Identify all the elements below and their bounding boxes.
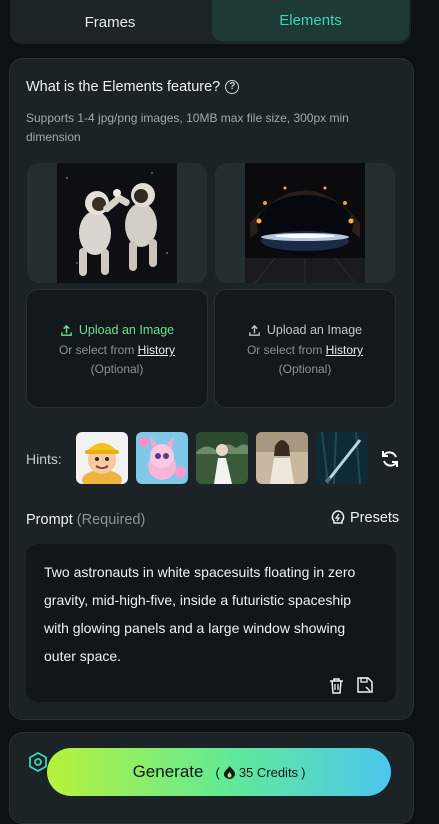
refresh-icon[interactable] xyxy=(380,449,400,469)
save-icon[interactable] xyxy=(357,677,373,693)
upload-icon xyxy=(249,324,260,336)
tab-frames[interactable]: Frames xyxy=(10,0,210,44)
flame-icon xyxy=(223,766,235,779)
tab-elements[interactable]: Elements xyxy=(212,0,409,41)
upload-image-label-1: Upload an Image xyxy=(78,323,175,337)
optional-text-1: (Optional) xyxy=(90,362,144,376)
hint-thumbnail-4[interactable] xyxy=(256,432,308,484)
select-from-text-2: Or select from xyxy=(246,343,323,357)
upload-box-1[interactable]: Upload an Image Or select from History (… xyxy=(26,289,208,408)
hints-label: Hints: xyxy=(26,451,62,467)
upload-box-2[interactable]: Upload an Image Or select from History (… xyxy=(214,289,396,408)
elements-feature-title[interactable]: What is the Elements feature? ? xyxy=(26,79,240,95)
generate-credits: ( 35 Credits ) xyxy=(215,765,305,780)
hint-thumbnail-3[interactable] xyxy=(196,432,248,484)
mode-tabs: Frames Elements xyxy=(10,0,411,44)
astronauts-image xyxy=(57,163,177,283)
hint-thumbnail-1[interactable] xyxy=(76,432,128,484)
presets-label: Presets xyxy=(350,510,400,526)
generate-button[interactable]: Generate ( 35 Credits ) xyxy=(47,748,391,796)
spaceship-window-image xyxy=(245,163,365,283)
prompt-label-text: Prompt xyxy=(26,512,73,528)
close-paren: ) xyxy=(301,764,306,780)
example-image-spaceship-window xyxy=(215,163,395,283)
select-from-text-1: Or select from xyxy=(58,343,135,357)
generate-label: Generate xyxy=(132,762,204,781)
prompt-text: Two astronauts in white spacesuits float… xyxy=(44,564,356,664)
credits-text: 35 Credits xyxy=(238,764,299,780)
open-paren: ( xyxy=(215,764,220,780)
hint-thumbnail-5[interactable] xyxy=(316,432,368,484)
upload-image-label-2: Upload an Image xyxy=(266,323,363,337)
prompt-required-text: (Required) xyxy=(76,512,146,528)
prompt-textarea[interactable]: Two astronauts in white spacesuits float… xyxy=(26,544,396,702)
prompt-label: Prompt (Required) xyxy=(26,512,145,528)
help-icon[interactable]: ? xyxy=(225,80,240,94)
elements-panel: What is the Elements feature? ? Supports… xyxy=(9,58,414,720)
upload-icon xyxy=(61,324,72,336)
trash-icon[interactable] xyxy=(329,678,344,694)
hint-thumbnail-2[interactable] xyxy=(136,432,188,484)
lightbulb-icon xyxy=(331,510,345,524)
history-link-2[interactable]: History xyxy=(326,343,363,357)
example-image-astronauts xyxy=(27,163,207,283)
elements-feature-title-text: What is the Elements feature? xyxy=(26,79,221,95)
upload-image-button-1[interactable]: Upload an Image xyxy=(27,323,207,337)
hexagon-settings-icon[interactable] xyxy=(28,752,48,772)
upload-image-button-2[interactable]: Upload an Image xyxy=(215,323,395,337)
upload-requirements: Supports 1-4 jpg/png images, 10MB max fi… xyxy=(26,111,349,144)
presets-button[interactable]: Presets xyxy=(331,510,399,526)
optional-text-2: (Optional) xyxy=(278,362,332,376)
history-link-1[interactable]: History xyxy=(138,343,175,357)
